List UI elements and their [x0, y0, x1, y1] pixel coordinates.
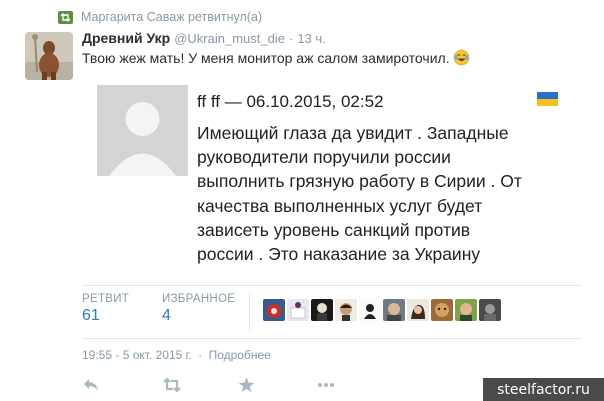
ukraine-flag-icon [537, 92, 558, 106]
embedded-comment-line: Имеющий глаза да увидит . Западные [197, 123, 509, 143]
header-separator: · [288, 31, 294, 46]
favorite-icon[interactable] [238, 377, 255, 398]
tweet-time[interactable]: 13 ч. [297, 31, 325, 46]
embedded-comment-line: качества выполненных услуг будет [197, 195, 483, 216]
stats-bottom-divider [82, 338, 582, 339]
stats-separator [249, 294, 250, 330]
favoriter-avatar[interactable] [311, 299, 333, 321]
reply-icon[interactable] [82, 377, 100, 398]
embedded-avatar-placeholder [97, 85, 188, 176]
embedded-comment-line: руководители поручили россии [197, 147, 451, 168]
retweets-stat[interactable]: РЕТВИТ 61 [82, 293, 129, 325]
embedded-comment-line: выполнить грязную работу в Сирии . От [197, 171, 522, 192]
retweet-context: Маргарита Саваж ретвитнул(а) [58, 9, 262, 25]
favoriters-avatars [263, 299, 501, 321]
favoriter-avatar[interactable] [431, 299, 453, 321]
author-fullname[interactable]: Древний Укр [82, 30, 170, 46]
face-with-tears-of-joy-icon [453, 49, 470, 66]
favoriter-avatar[interactable] [359, 299, 381, 321]
more-icon[interactable] [317, 377, 335, 398]
favoriter-avatar[interactable] [335, 299, 357, 321]
favorites-count[interactable]: 4 [162, 307, 235, 325]
tweet-text-content: Твою жеж мать! У меня монитор аж салом з… [82, 50, 450, 66]
embedded-comment-line: зависеть уровень санкций против [197, 219, 471, 240]
embedded-author-line: ff ff — 06.10.2015, 02:52 [197, 92, 384, 111]
details-link[interactable]: Подробнее [209, 348, 271, 362]
retweeter-text[interactable]: Маргарита Саваж ретвитнул(а) [81, 10, 262, 24]
favoriter-avatar[interactable] [383, 299, 405, 321]
site-watermark: steelfactor.ru [483, 378, 604, 401]
favoriter-avatar[interactable] [455, 299, 477, 321]
avatar[interactable] [25, 32, 73, 80]
tweet-text: Твою жеж мать! У меня монитор аж салом з… [82, 49, 470, 66]
favoriter-avatar[interactable] [263, 299, 285, 321]
retweets-count[interactable]: 61 [82, 307, 129, 325]
favorites-label: ИЗБРАННОЕ [162, 293, 236, 305]
favoriter-avatar[interactable] [479, 299, 501, 321]
embedded-comment-line: россии . Это наказание за Украину [197, 244, 481, 265]
embedded-comment-text: Имеющий глаза да увидит . Западные руков… [197, 121, 542, 266]
favorites-stat[interactable]: ИЗБРАННОЕ 4 [162, 293, 235, 325]
retweet-action-icon[interactable] [162, 377, 182, 398]
tweet-header: Древний Укр @Ukrain_must_die · 13 ч. [82, 30, 326, 48]
retweets-label: РЕТВИТ [82, 293, 130, 305]
retweet-icon [58, 10, 73, 24]
author-username[interactable]: @Ukrain_must_die [174, 31, 285, 46]
tweet-meta: 19:55 - 5 окт. 2015 г. · Подробнее [82, 348, 271, 362]
meta-separator: · [198, 348, 203, 362]
stats-top-divider [82, 285, 582, 286]
favoriter-avatar[interactable] [407, 299, 429, 321]
tweet-datetime: 19:55 - 5 окт. 2015 г. [82, 348, 192, 362]
favoriter-avatar[interactable] [287, 299, 309, 321]
